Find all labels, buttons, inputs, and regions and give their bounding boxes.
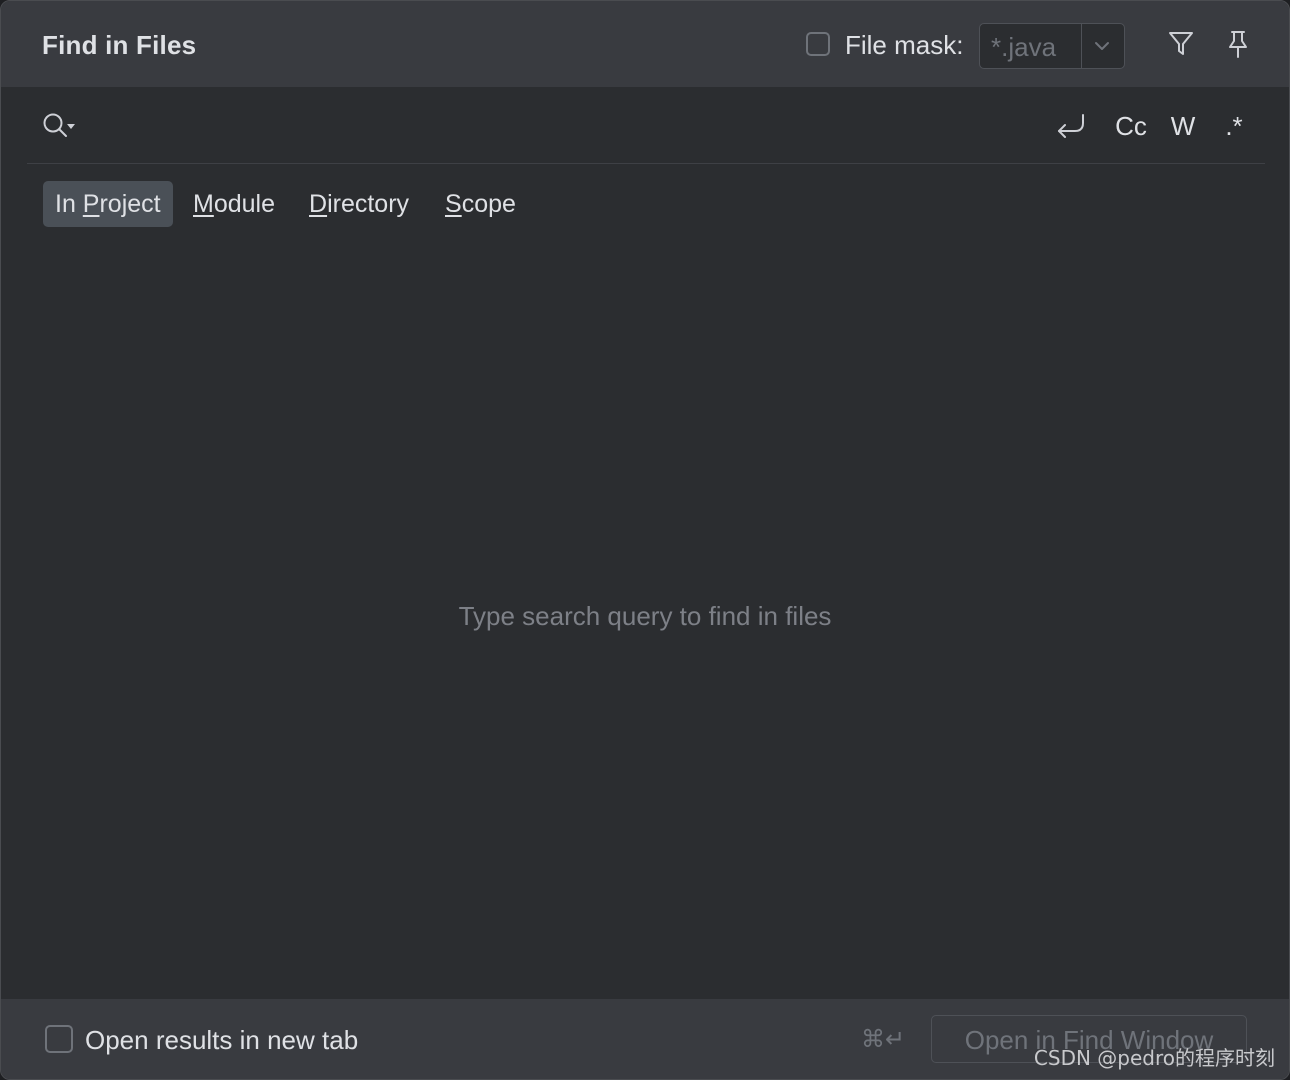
new-tab-checkbox[interactable] xyxy=(45,1025,73,1053)
pin-icon[interactable] xyxy=(1223,29,1253,59)
file-mask-value[interactable]: *.java xyxy=(991,32,1056,63)
tab-label-suffix: irectory xyxy=(327,190,410,218)
find-in-files-dialog: Find in Files File mask: *.java Cc W .* xyxy=(0,0,1290,1080)
regex-button[interactable]: .* xyxy=(1215,107,1253,145)
search-input[interactable] xyxy=(91,105,1035,147)
file-mask-label: File mask: xyxy=(845,30,964,60)
search-history-icon[interactable] xyxy=(41,111,79,141)
tab-label-prefix: In xyxy=(55,190,83,218)
search-divider xyxy=(27,163,1265,164)
empty-results-message: Type search query to find in files xyxy=(458,601,832,631)
words-button[interactable]: W xyxy=(1165,107,1201,145)
tab-mnemonic: M xyxy=(193,190,214,218)
newline-icon[interactable] xyxy=(1053,107,1089,145)
dialog-title: Find in Files xyxy=(42,30,197,60)
tab-label-suffix: odule xyxy=(213,190,275,218)
tab-label-suffix: roject xyxy=(99,190,161,218)
filter-icon[interactable] xyxy=(1166,29,1196,59)
tab-mnemonic: S xyxy=(445,190,462,218)
chevron-down-icon[interactable] xyxy=(1092,39,1112,53)
tab-label-suffix: cope xyxy=(461,190,516,218)
new-tab-label: Open results in new tab xyxy=(85,1025,359,1055)
combo-divider xyxy=(1081,24,1082,68)
tab-mnemonic: P xyxy=(82,190,100,218)
match-case-button[interactable]: Cc xyxy=(1109,107,1153,145)
watermark: CSDN @pedro的程序时刻 xyxy=(1033,1046,1275,1070)
file-mask-checkbox[interactable] xyxy=(806,32,830,56)
file-mask-combobox[interactable]: *.java xyxy=(979,23,1125,69)
tab-in-project[interactable]: In Project xyxy=(43,181,173,227)
tab-mnemonic: D xyxy=(309,190,328,218)
shortcut-hint: ⌘↵ xyxy=(861,1025,906,1053)
dialog-header: Find in Files File mask: *.java xyxy=(1,1,1289,87)
tab-directory[interactable]: Directory xyxy=(309,181,409,227)
tab-module[interactable]: Module xyxy=(193,181,275,227)
dialog-footer: Open results in new tab ⌘↵ Open in Find … xyxy=(1,999,1289,1079)
tab-scope[interactable]: Scope xyxy=(445,181,516,227)
